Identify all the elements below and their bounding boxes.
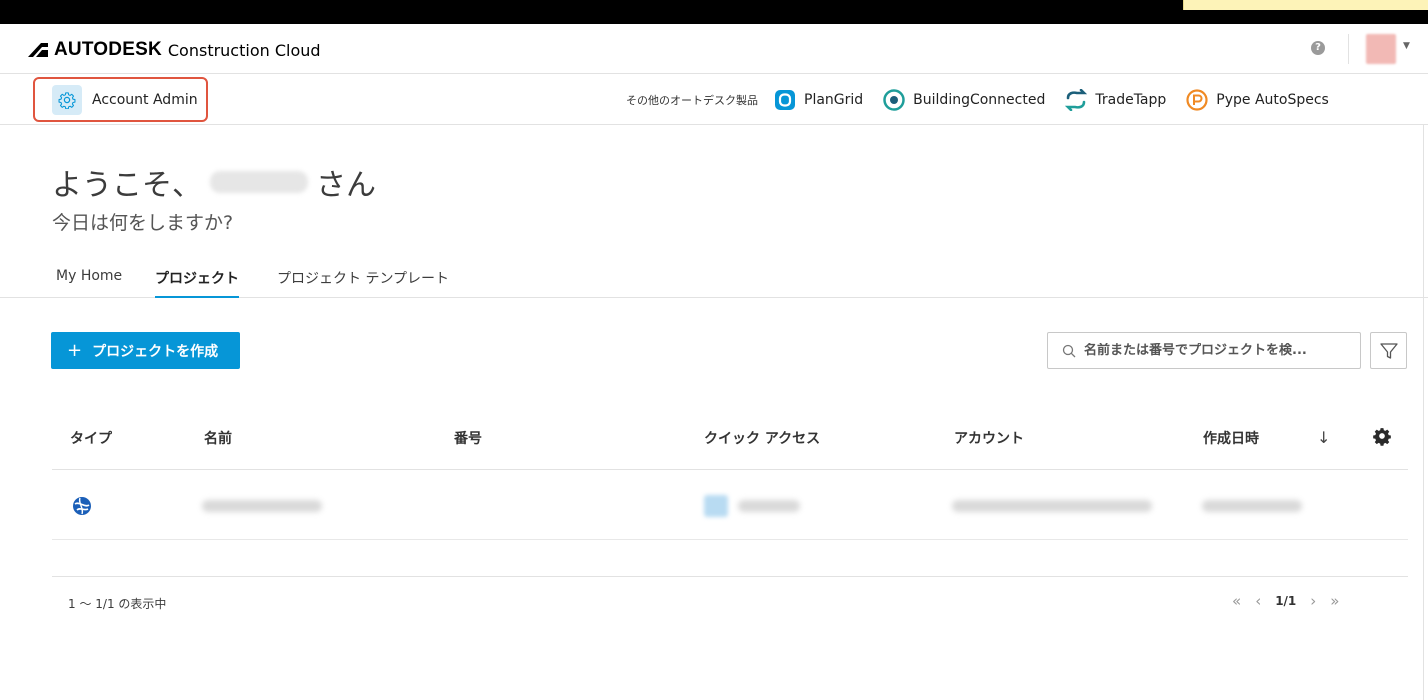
welcome-suffix: さん xyxy=(316,168,376,203)
filter-icon xyxy=(1379,342,1398,359)
gear-icon xyxy=(52,84,82,115)
avatar[interactable] xyxy=(1366,34,1396,64)
page-number: 1/1 xyxy=(1275,594,1297,608)
filter-button[interactable] xyxy=(1370,332,1407,369)
brand-name: AUTODESK xyxy=(54,39,162,60)
divider xyxy=(52,576,1408,577)
table-row[interactable] xyxy=(52,470,1408,540)
globe-icon xyxy=(73,497,91,515)
search-icon xyxy=(1062,344,1076,357)
create-project-button[interactable]: + プロジェクトを作成 xyxy=(51,332,240,369)
create-project-label: プロジェクトを作成 xyxy=(92,343,219,360)
brand-product: Construction Cloud xyxy=(167,40,321,60)
tab-bar: My Home プロジェクト プロジェクト テンプレート xyxy=(0,262,1428,298)
product-buildingconnected[interactable]: BuildingConnected xyxy=(883,89,1045,111)
plus-icon: + xyxy=(67,340,83,361)
search-input[interactable] xyxy=(1084,343,1344,358)
tab-project-templates[interactable]: プロジェクト テンプレート xyxy=(277,268,449,298)
welcome-prefix: ようこそ、 xyxy=(52,168,202,203)
quick-access-label-redacted xyxy=(738,500,800,512)
product-plangrid[interactable]: PlanGrid xyxy=(774,89,863,111)
created-date-redacted xyxy=(1202,500,1302,512)
projects-table: タイプ 名前 番号 クイック アクセス アカウント 作成日時 ↓ xyxy=(52,410,1408,540)
tradetapp-icon xyxy=(1065,89,1088,111)
sub-header: Account Admin その他のオートデスク製品 PlanGrid Buil… xyxy=(0,75,1428,125)
other-products: その他のオートデスク製品 PlanGrid BuildingConnected … xyxy=(626,89,1349,111)
tab-my-home[interactable]: My Home xyxy=(56,268,122,298)
first-page-icon[interactable]: « xyxy=(1232,592,1241,610)
column-name[interactable]: 名前 xyxy=(204,428,232,448)
prev-page-icon[interactable]: ‹ xyxy=(1255,592,1261,610)
column-type[interactable]: タイプ xyxy=(70,428,112,448)
welcome-heading: ようこそ、 さん xyxy=(52,160,376,204)
product-label: BuildingConnected xyxy=(913,92,1046,108)
account-admin-button[interactable]: Account Admin xyxy=(33,77,208,122)
table-header: タイプ 名前 番号 クイック アクセス アカウント 作成日時 ↓ xyxy=(52,410,1408,470)
project-name-redacted xyxy=(202,500,322,512)
column-number[interactable]: 番号 xyxy=(454,428,482,448)
column-quick-access[interactable]: クイック アクセス xyxy=(704,428,820,448)
quick-access-icon[interactable] xyxy=(704,495,728,517)
tab-projects[interactable]: プロジェクト xyxy=(155,268,239,298)
column-created[interactable]: 作成日時 xyxy=(1203,428,1259,448)
other-products-label: その他のオートデスク製品 xyxy=(626,94,758,107)
autodesk-logo-icon xyxy=(28,43,48,57)
brand[interactable]: AUTODESK Construction Cloud xyxy=(28,39,321,60)
product-label: Pype AutoSpecs xyxy=(1216,92,1329,108)
product-label: TradeTapp xyxy=(1095,92,1167,108)
pype-icon xyxy=(1186,89,1208,111)
welcome-subtitle: 今日は何をしますか? xyxy=(52,212,234,234)
sticky-note xyxy=(1183,0,1428,10)
pagination: « ‹ 1/1 › » xyxy=(1232,592,1353,610)
column-account[interactable]: アカウント xyxy=(954,428,1024,448)
help-icon[interactable]: ? xyxy=(1311,41,1325,55)
product-tradetapp[interactable]: TradeTapp xyxy=(1065,89,1166,111)
chevron-down-icon[interactable]: ▼ xyxy=(1403,41,1410,51)
divider xyxy=(1423,125,1424,700)
result-count: 1 〜 1/1 の表示中 xyxy=(68,597,167,611)
user-name-redacted xyxy=(210,171,308,193)
account-admin-label: Account Admin xyxy=(92,91,198,108)
last-page-icon[interactable]: » xyxy=(1330,592,1339,610)
sort-arrow-icon[interactable]: ↓ xyxy=(1317,428,1330,447)
buildingconnected-icon xyxy=(883,89,905,111)
product-pype[interactable]: Pype AutoSpecs xyxy=(1186,89,1329,111)
gear-icon[interactable] xyxy=(1372,426,1392,446)
next-page-icon[interactable]: › xyxy=(1310,592,1316,610)
top-header: AUTODESK Construction Cloud ? ▼ xyxy=(0,24,1428,74)
product-label: PlanGrid xyxy=(804,92,864,108)
account-name-redacted xyxy=(952,500,1152,512)
plangrid-icon xyxy=(775,90,795,110)
divider xyxy=(1348,34,1349,64)
project-search[interactable] xyxy=(1047,332,1361,369)
